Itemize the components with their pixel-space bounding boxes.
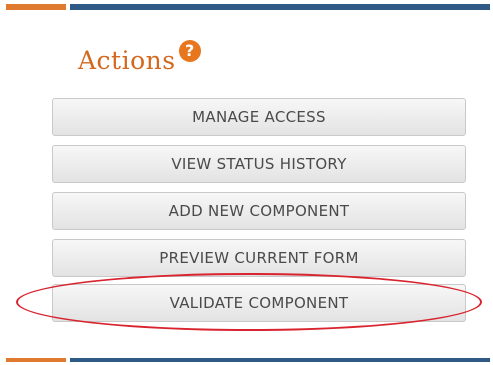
top-accent-blue — [70, 4, 490, 10]
question-icon[interactable]: ? — [178, 40, 201, 62]
actions-heading: Actions ? — [78, 40, 201, 75]
page: Actions ? MANAGE ACCESS VIEW STATUS HIST… — [0, 0, 493, 365]
view-status-history-button[interactable]: VIEW STATUS HISTORY — [52, 145, 466, 183]
bottom-accent-orange — [6, 358, 66, 362]
add-new-component-button[interactable]: ADD NEW COMPONENT — [52, 192, 466, 230]
manage-access-button[interactable]: MANAGE ACCESS — [52, 98, 466, 136]
actions-title: Actions — [78, 46, 176, 75]
top-accent-orange — [6, 4, 66, 10]
preview-current-form-button[interactable]: PREVIEW CURRENT FORM — [52, 239, 466, 277]
bottom-accent-blue — [70, 358, 490, 362]
validate-component-button[interactable]: VALIDATE COMPONENT — [52, 284, 466, 322]
